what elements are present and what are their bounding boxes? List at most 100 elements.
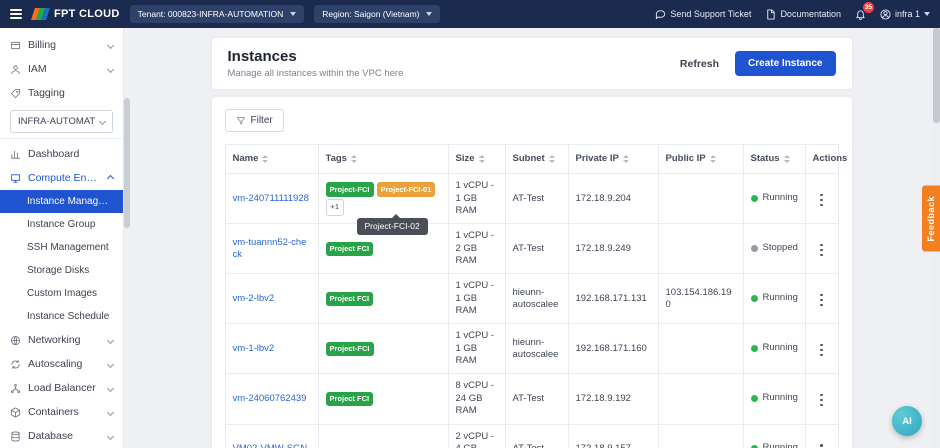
instance-name-link[interactable]: vm-1-lbv2: [233, 343, 275, 354]
cell-tags: [318, 424, 448, 448]
sidebar-item-label: Autoscaling: [28, 358, 101, 370]
sidebar: BillingIAMTagging INFRA-AUTOMATION-VM...…: [0, 28, 124, 448]
create-instance-button[interactable]: Create Instance: [735, 51, 835, 76]
sidebar-item-dashboard[interactable]: Dashboard: [0, 142, 123, 166]
containers-icon: [10, 407, 21, 418]
sidebar-item-billing[interactable]: Billing: [0, 33, 123, 57]
doc-icon: [765, 9, 776, 20]
ai-assistant-button[interactable]: AI: [892, 406, 922, 436]
sort-icon[interactable]: [549, 155, 555, 163]
tenant-label: Tenant: 000823-INFRA-AUTOMATION: [138, 9, 284, 19]
sidebar-item-containers[interactable]: Containers: [0, 400, 123, 424]
column-header-public-ip[interactable]: Public IP: [658, 145, 743, 174]
instance-name-link[interactable]: vm-24060762439: [233, 393, 307, 404]
column-header-actions: Actions: [805, 145, 838, 174]
sort-icon[interactable]: [623, 155, 629, 163]
sidebar-item-instance-schedule[interactable]: Instance Schedule: [0, 305, 123, 328]
region-label: Region: Saigon (Vietnam): [322, 9, 419, 19]
ai-assistant-label: AI: [902, 416, 912, 427]
sidebar-scrollbar-thumb[interactable]: [124, 98, 130, 228]
sort-icon[interactable]: [710, 155, 716, 163]
column-header-status[interactable]: Status: [743, 145, 805, 174]
filter-button[interactable]: Filter: [225, 109, 284, 132]
sidebar-item-tagging[interactable]: Tagging: [0, 81, 123, 105]
network-icon: [10, 335, 21, 346]
sidebar-item-networking[interactable]: Networking: [0, 328, 123, 352]
hamburger-menu-icon[interactable]: [10, 9, 22, 19]
tag-icon: [10, 88, 21, 99]
vpc-selector[interactable]: INFRA-AUTOMATION-VM...: [10, 110, 113, 133]
sidebar-item-storage-disks[interactable]: Storage Disks: [0, 259, 123, 282]
tenant-selector[interactable]: Tenant: 000823-INFRA-AUTOMATION: [130, 5, 305, 23]
user-menu[interactable]: infra 1: [880, 9, 930, 20]
region-selector[interactable]: Region: Saigon (Vietnam): [314, 5, 440, 23]
column-header-subnet[interactable]: Subnet: [505, 145, 568, 174]
user-name: infra 1: [895, 9, 920, 19]
sort-icon[interactable]: [784, 155, 790, 163]
cell-size: 1 vCPU - 1 GB RAM: [448, 274, 505, 324]
refresh-button[interactable]: Refresh: [680, 58, 719, 70]
brand-name: FPT CLOUD: [54, 8, 120, 20]
support-ticket-link[interactable]: Send Support Ticket: [655, 9, 751, 20]
row-actions-menu[interactable]: [815, 341, 828, 360]
sidebar-item-custom-images[interactable]: Custom Images: [0, 282, 123, 305]
fpt-cloud-logo[interactable]: FPT CLOUD: [32, 8, 120, 20]
cell-subnet: AT-Test: [505, 374, 568, 424]
chevron-down-icon: [107, 432, 114, 439]
notifications-button[interactable]: 35: [855, 9, 866, 20]
row-actions-menu[interactable]: [815, 391, 828, 410]
column-header-tags[interactable]: Tags: [318, 145, 448, 174]
tag-overflow-badge[interactable]: +1: [326, 199, 345, 216]
billing-icon: [10, 40, 21, 51]
page-header-text: Instances Manage all instances within th…: [228, 48, 404, 79]
sidebar-item-ssh-management[interactable]: SSH Management: [0, 236, 123, 259]
sidebar-item-load-balancer[interactable]: Load Balancer: [0, 376, 123, 400]
instance-name-link[interactable]: vm-tuannn52-check: [233, 237, 307, 260]
status-label: Running: [763, 392, 798, 404]
table-row: VM02-VMW-SGN2 vCPU - 4 GB RAMAT-Test172.…: [225, 424, 838, 448]
table-row: vm-2-lbv2Project FCI1 vCPU - 1 GB RAMhie…: [225, 274, 838, 324]
sidebar-scrollbar[interactable]: [124, 28, 130, 448]
sidebar-item-instance-group[interactable]: Instance Group: [0, 213, 123, 236]
cell-tags: Project-FCI: [318, 324, 448, 374]
cell-name: vm-240711111928: [225, 174, 318, 224]
page-header-actions: Refresh Create Instance: [680, 51, 836, 76]
cell-public-ip: [658, 424, 743, 448]
documentation-link[interactable]: Documentation: [765, 9, 841, 20]
status-badge: Running: [751, 192, 798, 204]
column-header-size[interactable]: Size: [448, 145, 505, 174]
row-actions-menu[interactable]: [815, 291, 828, 310]
sidebar-item-autoscaling[interactable]: Autoscaling: [0, 352, 123, 376]
row-actions-menu[interactable]: [815, 441, 828, 448]
sidebar-item-iam[interactable]: IAM: [0, 57, 123, 81]
sidebar-item-database[interactable]: Database: [0, 424, 123, 448]
feedback-tab[interactable]: Feedback: [922, 186, 940, 252]
column-header-private-ip[interactable]: Private IP: [568, 145, 658, 174]
status-label: Stopped: [763, 242, 798, 254]
cell-size: 2 vCPU - 4 GB RAM: [448, 424, 505, 448]
cell-private-ip: 172.18.9.204: [568, 174, 658, 224]
sort-icon[interactable]: [262, 155, 268, 163]
instance-name-link[interactable]: VM02-VMW-SGN: [233, 443, 308, 448]
table-row: vm-24060762439Project FCI8 vCPU - 24 GB …: [225, 374, 838, 424]
chevron-down-icon: [107, 65, 114, 72]
sidebar-item-compute-engine[interactable]: Compute Engine: [0, 166, 123, 190]
row-actions-menu[interactable]: [815, 191, 828, 210]
main-content: Instances Manage all instances within th…: [130, 28, 933, 448]
cell-public-ip: [658, 374, 743, 424]
instance-name-link[interactable]: vm-2-lbv2: [233, 293, 275, 304]
sidebar-item-instance-management[interactable]: Instance Management: [0, 190, 123, 213]
instance-name-link[interactable]: vm-240711111928: [233, 193, 309, 204]
column-header-name[interactable]: Name: [225, 145, 318, 174]
cell-actions: [805, 174, 838, 224]
row-actions-menu[interactable]: [815, 241, 828, 260]
sort-icon[interactable]: [479, 155, 485, 163]
cell-actions: [805, 424, 838, 448]
cell-subnet: AT-Test: [505, 224, 568, 274]
chevron-down-icon: [99, 118, 106, 125]
sort-icon[interactable]: [351, 155, 357, 163]
page-scrollbar-thumb[interactable]: [933, 28, 940, 123]
chevron-down-icon: [107, 336, 114, 343]
status-dot: [751, 245, 758, 252]
cell-name: vm-24060762439: [225, 374, 318, 424]
